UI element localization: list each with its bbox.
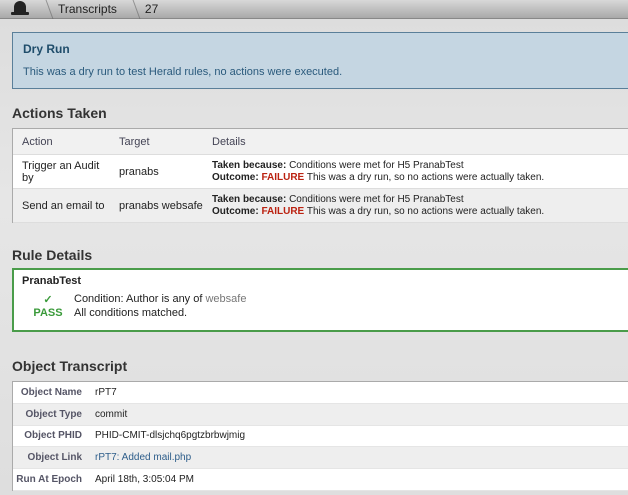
breadcrumb-bar: Transcripts 27 [0,0,628,19]
object-transcript-table: Object Name rPT7 Object Type commit Object… [12,381,628,491]
condition-row: ✓ Condition: Author is any of websafe [22,292,622,306]
row-label: Object PHID [24,430,82,442]
outcome-label: Outcome: [212,171,259,183]
because-text: Conditions were met for H5 PranabTest [289,193,464,205]
target-cell: pranabs websafe [119,199,203,212]
details-cell: Taken because: Conditions were met for H… [203,160,628,184]
failure-status: FAILURE [261,205,305,217]
row-value: commit [95,408,128,420]
because-label: Taken because: [212,193,287,205]
object-link[interactable]: rPT7: Added mail.php [95,452,191,463]
because-text: Conditions were met for H5 PranabTest [289,159,464,171]
row-value: rPT7 [95,386,117,398]
object-transcript-heading: Object Transcript [12,358,128,374]
table-row: Object Name rPT7 [13,382,628,404]
table-row: Object Link rPT7: Added mail.php [13,447,628,470]
pass-row: PASS All conditions matched. [22,306,622,320]
breadcrumb-transcripts[interactable]: Transcripts [58,2,117,16]
table-row: Object Type commit [13,403,628,426]
breadcrumb-separator [121,0,141,19]
table-row: Send an email to pranabs websafe Taken b… [13,189,628,223]
check-icon: ✓ [43,293,53,306]
pass-text: All conditions matched. [74,307,188,319]
breadcrumb-current[interactable]: 27 [145,2,158,16]
actions-table: Action Target Details Trigger an Audit b… [12,128,628,223]
column-action: Action [22,135,53,148]
dry-run-message: This was a dry run to test Herald rules,… [23,66,343,78]
breadcrumb-separator [34,0,54,19]
action-cell: Send an email to [22,199,105,212]
row-value: April 18th, 3:05:04 PM [95,474,194,486]
outcome-label: Outcome: [212,205,259,217]
row-label: Object Name [20,386,82,398]
dry-run-title: Dry Run [23,42,70,56]
target-cell: pranabs [119,165,159,178]
table-row: Object PHID PHID-CMIT-dlsjchq6pgtzbrbwjmi… [13,426,628,448]
condition-value: websafe [205,293,247,305]
table-row: Run At Epoch April 18th, 3:05:04 PM [13,469,628,491]
rule-name: PranabTest [22,275,82,287]
actions-heading: Actions Taken [12,105,107,121]
outcome-text: This was a dry run, so no actions were a… [306,171,545,183]
failure-status: FAILURE [261,171,305,183]
condition-text: Condition: Author is any of [74,293,203,305]
because-label: Taken because: [212,159,287,171]
row-label: Object Type [25,408,83,420]
outcome-text: This was a dry run, so no actions were a… [306,205,545,217]
rule-details-heading: Rule Details [12,247,93,263]
row-label: Object Link [27,452,82,464]
row-value: PHID-CMIT-dlsjchq6pgtzbrbwjmig [95,430,246,442]
bell-icon[interactable] [10,1,30,17]
table-header: Action Target Details [13,129,628,155]
dry-run-notice: Dry Run This was a dry run to test Heral… [12,32,628,89]
pass-badge: PASS [33,307,63,319]
column-target: Target [119,135,150,148]
row-label: Run At Epoch [16,474,82,486]
column-details: Details [212,135,246,148]
table-row: Trigger an Audit by pranabs Taken becaus… [13,155,628,189]
action-cell: Trigger an Audit by [22,159,100,184]
details-cell: Taken because: Conditions were met for H… [203,194,628,218]
rule-box: PranabTest ✓ Condition: Author is any of… [12,268,628,332]
